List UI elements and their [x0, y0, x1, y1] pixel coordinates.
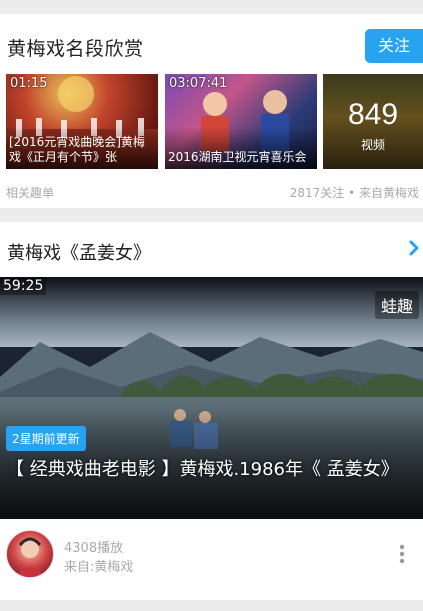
video-player[interactable]: 59:25 蛙趣 2星期前更新 【 经典戏曲老电影 】黄梅戏.1986年《 孟姜…	[0, 277, 423, 519]
video-caption: 【 经典戏曲老电影 】黄梅戏.1986年《 孟姜女》	[6, 459, 399, 480]
play-count: 4308播放	[64, 541, 124, 556]
video-duration: 59:25	[0, 277, 47, 295]
follow-count-source: 2817关注 • 来自黄梅戏	[289, 186, 419, 200]
thumbnail-caption: [2016元宵戏曲晚会]黄梅戏《正月有个节》张	[9, 135, 145, 164]
video-title[interactable]: 黄梅戏《孟姜女》	[7, 239, 151, 265]
video-count-number: 849	[347, 98, 399, 131]
playlist-thumbnails: 01:15 [2016元宵戏曲晚会]黄梅戏《正月有个节》张 03:07:41 2…	[0, 74, 423, 169]
video-card[interactable]: 黄梅戏《孟姜女》 59:25 蛙趣 2星期前更新 【 经典戏曲老电影 】黄梅戏.…	[0, 222, 423, 600]
thumbnail-caption: 2016湖南卫视元宵喜乐会	[168, 150, 307, 164]
playlist-title[interactable]: 黄梅戏名段欣赏	[7, 34, 144, 61]
chevron-right-icon[interactable]	[405, 236, 423, 260]
more-vertical-icon[interactable]	[396, 542, 408, 566]
video-count-tile[interactable]: 849 视频	[323, 74, 423, 169]
avatar-image	[15, 537, 45, 577]
thumbnail-duration: 01:15	[10, 76, 48, 91]
follow-button[interactable]: 关注	[365, 29, 423, 63]
video-watermark: 蛙趣	[374, 291, 419, 319]
related-lists-label: 相关趣单	[6, 186, 55, 200]
playlist-card[interactable]: 黄梅戏名段欣赏 关注 01:15 [2016元宵戏曲晚会]黄梅戏《正月有个节》张	[0, 14, 423, 208]
video-thumbnail[interactable]: 01:15 [2016元宵戏曲晚会]黄梅戏《正月有个节》张	[6, 74, 158, 169]
avatar[interactable]	[6, 530, 54, 578]
video-thumbnail[interactable]: 03:07:41 2016湖南卫视元宵喜乐会	[165, 74, 317, 169]
video-count-label: 视频	[360, 138, 385, 152]
source-label[interactable]: 来自:黄梅戏	[64, 556, 133, 575]
thumbnail-duration: 03:07:41	[169, 76, 228, 91]
update-badge: 2星期前更新	[6, 426, 86, 451]
